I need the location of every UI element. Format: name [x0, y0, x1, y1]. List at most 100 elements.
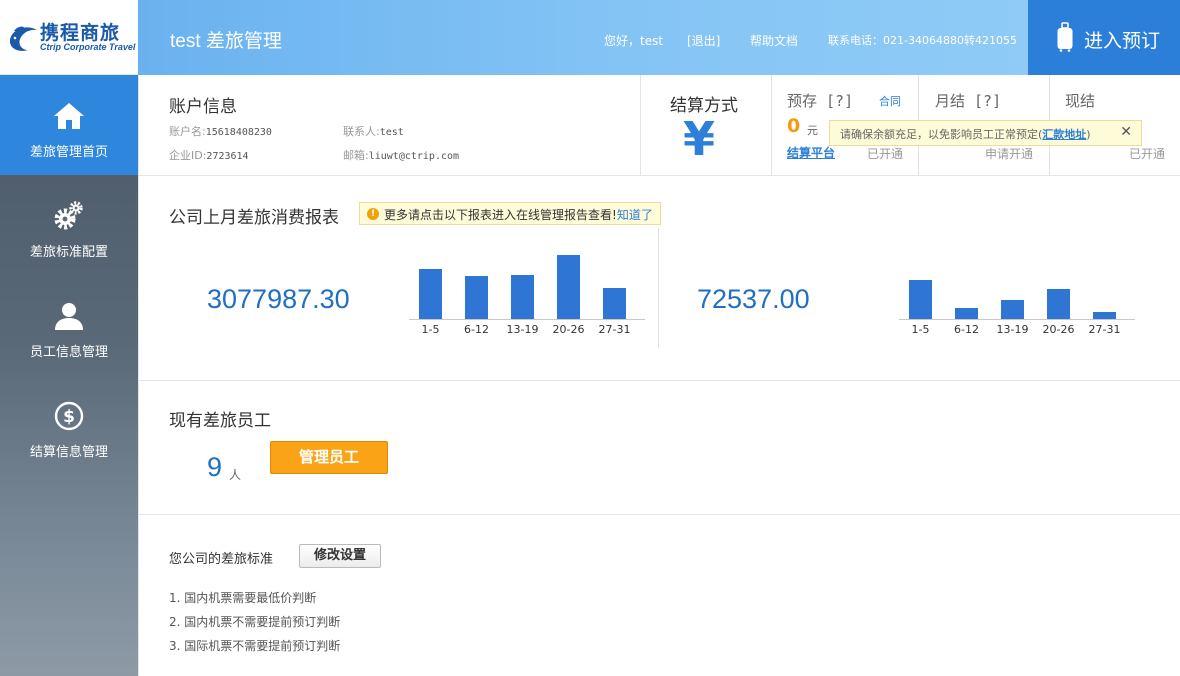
chart-bar[interactable] — [465, 276, 488, 319]
list-item: 1. 国内机票需要最低价判断 — [169, 591, 317, 605]
employees-title: 现有差旅员工 — [169, 411, 271, 431]
sidebar-item-travel-standards[interactable]: 差旅标准配置 — [0, 175, 138, 275]
sidebar: 差旅管理首页 差旅标准配置 员工信息管理 $ 结算信息管理 — [0, 75, 138, 676]
contact-label: 联系人: — [343, 125, 380, 138]
chart-tick-label: 1-5 — [422, 323, 440, 335]
dollar-icon: $ — [54, 401, 84, 431]
monthly-label[interactable]: 月结 [?] — [935, 90, 1001, 111]
divider — [658, 228, 659, 348]
warning-text: 请确保余额充足，以免影响员工正常预定( — [840, 128, 1043, 141]
chart-bar[interactable] — [1093, 312, 1116, 319]
dolphin-logo-icon — [9, 26, 37, 51]
contact-value: test — [379, 127, 404, 138]
section-divider — [139, 380, 1180, 381]
main-content: 账户信息 账户名:15618408230 联系人:test 企业ID:27236… — [138, 75, 1180, 676]
chart-tick-label: 13-19 — [507, 323, 539, 335]
dismiss-tip-link[interactable]: 知道了 — [617, 208, 653, 222]
company-id-label: 企业ID: — [169, 149, 207, 162]
list-item: 3. 国际机票不需要提前预订判断 — [169, 639, 341, 653]
chart-tick-label: 13-19 — [997, 323, 1029, 335]
company-id-value: 2723614 — [206, 151, 249, 162]
svg-text:$: $ — [63, 407, 75, 427]
sidebar-item-label: 结算信息管理 — [29, 445, 108, 460]
monthly-apply-link[interactable]: 申请开通 — [985, 145, 1033, 162]
sidebar-item-home[interactable]: 差旅管理首页 — [0, 75, 138, 175]
contact-phone: 联系电话：021-34064880转421055 — [828, 34, 1017, 47]
cash-label: 现结 — [1065, 92, 1096, 110]
enter-booking-button[interactable]: 进入预订 — [1028, 0, 1180, 75]
chart-tick-label: 20-26 — [553, 323, 585, 335]
section-divider — [139, 175, 1180, 176]
prepaid-balance: 0 — [787, 115, 801, 137]
chart-bar[interactable] — [603, 288, 626, 319]
sidebar-item-label: 员工信息管理 — [29, 345, 108, 360]
app-title: test 差旅管理 — [170, 31, 282, 52]
luggage-icon — [1057, 22, 1073, 52]
email-label: 邮箱: — [343, 149, 369, 162]
account-email: 邮箱:liuwt@ctrip.com — [343, 147, 459, 163]
edit-settings-button[interactable]: 修改设置 — [299, 544, 381, 568]
gears-icon — [54, 201, 83, 230]
report-total-2[interactable]: 72537.00 — [697, 284, 810, 315]
chart-bar[interactable] — [557, 255, 580, 319]
username-label: 账户名: — [169, 125, 206, 138]
travel-standards-title: 您公司的差旅标准 — [169, 552, 274, 567]
bar-chart-2[interactable]: 1-5 6-12 13-19 20-26 27-31 — [899, 245, 1149, 335]
contract-link[interactable]: 合同 — [879, 93, 901, 109]
prepaid-unit: 元 — [807, 124, 818, 137]
account-company-id: 企业ID:2723614 — [169, 147, 249, 163]
chart-bar[interactable] — [1001, 300, 1024, 319]
chart-tick-label: 6-12 — [954, 323, 979, 335]
sidebar-item-label: 差旅标准配置 — [29, 245, 108, 260]
enter-booking-label: 进入预订 — [1084, 30, 1161, 52]
settlement-platform-link[interactable]: 结算平台 — [787, 144, 835, 161]
prepaid-status: 已开通 — [867, 147, 904, 161]
top-bar: test 差旅管理 您好，test [退出] 帮助文档 联系电话：021-340… — [138, 0, 1028, 75]
report-tip: ! 更多请点击以下报表进入在线管理报告查看!知道了 — [359, 202, 661, 225]
logo-english-text: Ctrip Corporate Travel — [40, 42, 136, 52]
sidebar-item-settlement[interactable]: $ 结算信息管理 — [0, 375, 138, 475]
report-tip-text: 更多请点击以下报表进入在线管理报告查看! — [384, 208, 617, 222]
chart-tick-label: 27-31 — [599, 323, 631, 335]
logo-chinese-text: 携程商旅 — [40, 22, 121, 44]
chart-bar[interactable] — [909, 280, 932, 319]
chart-bar[interactable] — [955, 308, 978, 319]
logout-link[interactable]: [退出] — [687, 32, 720, 49]
email-value: liuwt@ctrip.com — [368, 151, 460, 162]
sidebar-item-label: 差旅管理首页 — [29, 145, 108, 160]
sidebar-item-employees[interactable]: 员工信息管理 — [0, 275, 138, 375]
account-username: 账户名:15618408230 — [169, 123, 272, 139]
warning-text-end: ) — [1086, 128, 1091, 141]
chart-bar[interactable] — [419, 269, 442, 319]
chart-bar[interactable] — [511, 275, 534, 319]
logo[interactable]: 携程商旅 Ctrip Corporate Travel — [0, 0, 138, 75]
home-icon — [54, 103, 84, 129]
user-greeting: 您好，test — [604, 34, 664, 48]
account-contact: 联系人:test — [343, 123, 404, 139]
chart-tick-label: 1-5 — [912, 323, 930, 335]
warning-icon: ! — [367, 208, 379, 220]
report-total-1[interactable]: 3077987.30 — [207, 284, 350, 315]
yen-icon: ¥ — [683, 112, 716, 166]
chart-tick-label: 27-31 — [1089, 323, 1121, 335]
balance-warning-tooltip: 请确保余额充足，以免影响员工正常预定(汇款地址) ✕ — [829, 120, 1142, 146]
close-icon[interactable]: ✕ — [1120, 124, 1132, 140]
employee-count: 9 — [207, 452, 223, 482]
manage-employees-button[interactable]: 管理员工 — [270, 441, 388, 474]
remittance-address-link[interactable]: 汇款地址 — [1042, 128, 1086, 141]
prepaid-label[interactable]: 预存 [?] — [787, 90, 853, 111]
cash-status: 已开通 — [1129, 147, 1166, 161]
chart-tick-label: 6-12 — [464, 323, 489, 335]
bar-chart-1[interactable]: 1-5 6-12 13-19 20-26 27-31 — [409, 245, 659, 335]
divider — [771, 75, 772, 175]
chart-bar[interactable] — [1047, 289, 1070, 319]
divider — [640, 75, 641, 175]
chart-tick-label: 20-26 — [1043, 323, 1075, 335]
username-value: 15618408230 — [205, 127, 272, 138]
employee-count-unit: 人 — [229, 468, 242, 482]
report-title: 公司上月差旅消费报表 — [169, 208, 339, 228]
list-item: 2. 国内机票不需要提前预订判断 — [169, 615, 341, 629]
account-info-title: 账户信息 — [169, 97, 237, 117]
user-icon — [55, 303, 83, 330]
help-docs-link[interactable]: 帮助文档 — [750, 32, 798, 49]
